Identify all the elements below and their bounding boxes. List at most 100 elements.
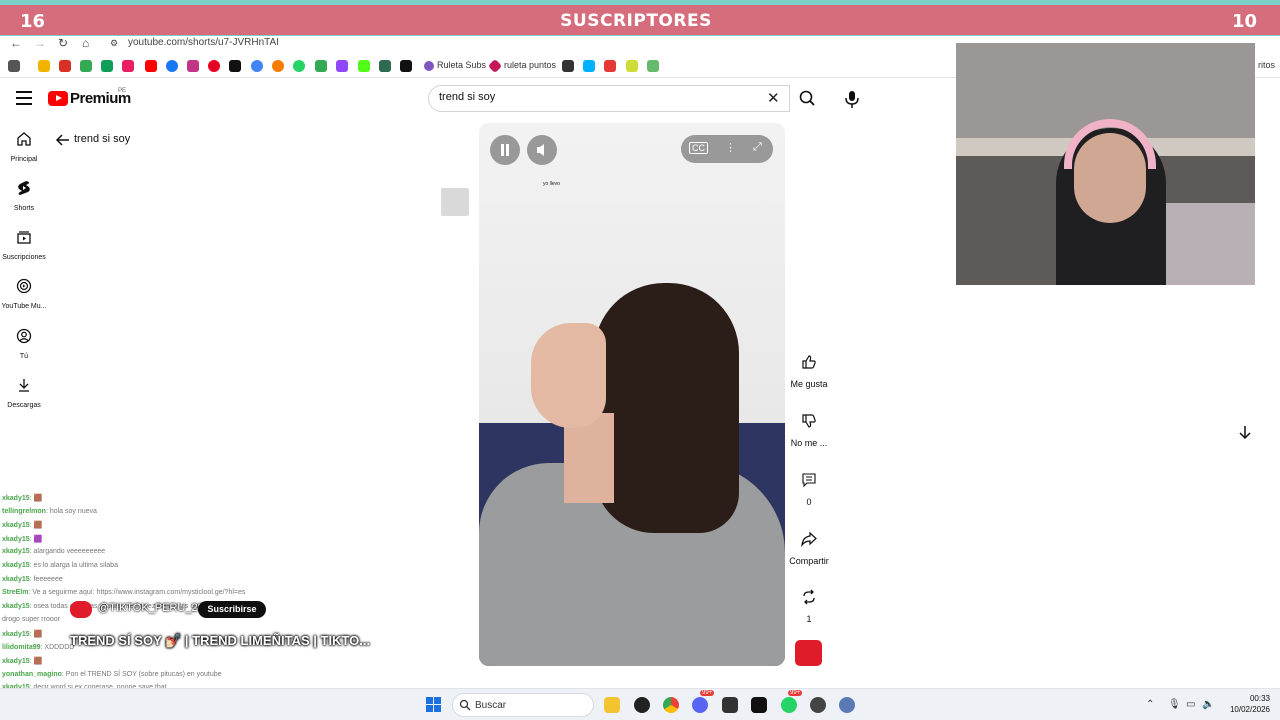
search-result-thumbnail[interactable] [441,188,469,216]
share-button[interactable]: Compartir [786,526,832,566]
forward-arrow-icon[interactable]: → [34,36,46,50]
sidebar-item-youtube-music[interactable]: YouTube Mu... [0,278,48,310]
search-button[interactable] [790,85,824,112]
bookmark-icon[interactable] [80,60,92,72]
next-video-button[interactable] [1236,423,1254,441]
dislike-label: No me ... [790,438,828,448]
system-clock[interactable]: 00:33 10/02/2026 [1222,693,1270,715]
url-field[interactable]: youtube.com/shorts/u7-JVRHnTAI [128,37,279,48]
notion-icon[interactable] [751,697,767,713]
bookmarks-overflow-label[interactable]: ritos [1258,60,1275,70]
bookmark-instagram-icon[interactable] [187,60,199,72]
windows-taskbar: Buscar 99+ 99+ ⌃ 🎙 ▭ 🔈 00:33 10/02/2026 [0,688,1280,720]
captions-icon[interactable]: CC [689,142,708,154]
windows-start-icon[interactable] [426,697,442,713]
downloads-icon [19,379,29,392]
bookmark-ruleta-subs[interactable]: Ruleta Subs [437,60,486,70]
chat-message: StreElm: Ve a seguirme aquí: https://www… [2,589,245,596]
subscribe-button[interactable]: Suscribirse [198,601,266,618]
shorts-video-player[interactable]: yo llevo CC ⋮ ⤢ [479,123,785,666]
bookmark-kick-icon[interactable] [358,60,370,72]
bookmark-icon[interactable] [122,60,134,72]
like-button[interactable]: Me gusta [786,349,832,389]
fullscreen-icon[interactable]: ⤢ [753,141,762,154]
remix-button[interactable]: 1 [786,584,832,624]
bookmark-icon[interactable] [562,60,574,72]
sidebar-item-label: Descargas [7,402,41,409]
discord-icon[interactable] [692,697,708,713]
chat-username: xkady15 [2,631,30,638]
dislike-button[interactable]: No me ... [786,408,832,448]
obs-icon[interactable] [810,697,826,713]
reload-icon[interactable]: ↻ [58,36,68,50]
pause-button[interactable] [490,135,520,165]
whatsapp-icon[interactable] [781,697,797,713]
sidebar-item-home[interactable]: Principal [0,131,48,163]
site-info-icon[interactable]: ⚙ [110,38,118,49]
voice-search-button[interactable] [840,87,864,111]
bookmark-maps-icon[interactable] [315,60,327,72]
chat-username: xkady15 [2,548,30,556]
channel-avatar[interactable] [795,640,822,666]
comments-button[interactable]: 0 [786,467,832,507]
chat-message: lilidomita99: XDDDDD [2,644,74,651]
more-options-icon[interactable]: ⋮ [725,141,736,154]
back-to-search-link[interactable]: trend si soy [55,133,130,151]
taskbar-search[interactable]: Buscar [452,693,594,717]
bookmark-pinterest-icon[interactable] [208,60,220,72]
bookmark-sheets-icon[interactable] [101,60,113,72]
chat-message: yonathan_magino: Pon el TREND SÍ SOY (so… [2,671,222,678]
bookmark-icon[interactable] [379,60,391,72]
back-arrow-icon [55,134,69,146]
chat-username: xkady15 [2,602,30,610]
chatgpt-icon[interactable] [634,697,650,713]
bookmark-tiktok-icon[interactable] [229,60,241,72]
bookmark-icon[interactable] [251,60,263,72]
player-controls-group: CC ⋮ ⤢ [681,135,773,163]
network-icon[interactable]: ▭ [1186,699,1195,710]
bookmark-icon[interactable] [647,60,659,72]
bookmark-icon[interactable] [400,60,412,72]
search-input[interactable] [439,91,739,103]
sidebar-item-shorts[interactable]: Shorts [0,180,48,212]
speaker-icon[interactable]: 🔈 [1202,699,1214,710]
volume-button[interactable] [527,135,557,165]
sidebar-item-label: Tú [19,353,29,360]
bookmark-ruleta-puntos[interactable]: ruleta puntos [504,60,556,70]
subscriptions-icon [17,231,31,244]
bookmark-play-icon[interactable] [583,60,595,72]
app-icon[interactable] [722,697,738,713]
sidebar-item-you[interactable]: Tú [0,328,48,360]
clear-search-icon[interactable]: ✕ [767,91,780,106]
chat-text: : 🟫 [29,495,43,502]
bookmark-gmail-icon[interactable] [59,60,71,72]
bookmark-icon[interactable] [604,60,616,72]
hamburger-menu-icon[interactable] [16,91,32,105]
home-browser-icon[interactable]: ⌂ [82,36,89,50]
back-arrow-icon[interactable]: ← [10,36,22,50]
video-title[interactable]: TREND SÍ SOY 💅🏻 | TREND LIMEÑITAS | TIKT… [70,633,370,649]
discord-badge: 99+ [700,690,715,696]
bookmark-icon[interactable] [626,60,638,72]
chrome-icon[interactable] [663,697,679,713]
channel-handle[interactable]: @TIKTOK_PERU_28 [98,602,204,614]
sidebar-item-downloads[interactable]: Descargas [0,377,48,409]
sidebar-item-subscriptions[interactable]: Suscripciones [0,229,48,261]
chevron-up-icon[interactable]: ⌃ [1146,699,1154,710]
video-frame-face [531,323,606,428]
bookmark-whatsapp-icon[interactable] [293,60,305,72]
settings-icon[interactable] [839,697,855,713]
apps-grid-icon[interactable] [8,60,20,72]
file-explorer-icon[interactable] [604,697,620,713]
bookmark-facebook-icon[interactable] [166,60,178,72]
chat-message: drogo super rrooor [2,616,60,623]
whatsapp-badge: 99+ [788,690,803,696]
bookmark-icon[interactable] [272,60,284,72]
bookmark-youtube-icon[interactable] [145,60,157,72]
bookmark-points-icon[interactable] [487,58,503,74]
bookmark-roulette-icon[interactable] [424,61,434,71]
microphone-tray-icon[interactable]: 🎙 [1168,699,1181,710]
bookmark-drive-icon[interactable] [38,60,50,72]
thumbs-up-icon [802,355,816,369]
bookmark-twitch-icon[interactable] [336,60,348,72]
